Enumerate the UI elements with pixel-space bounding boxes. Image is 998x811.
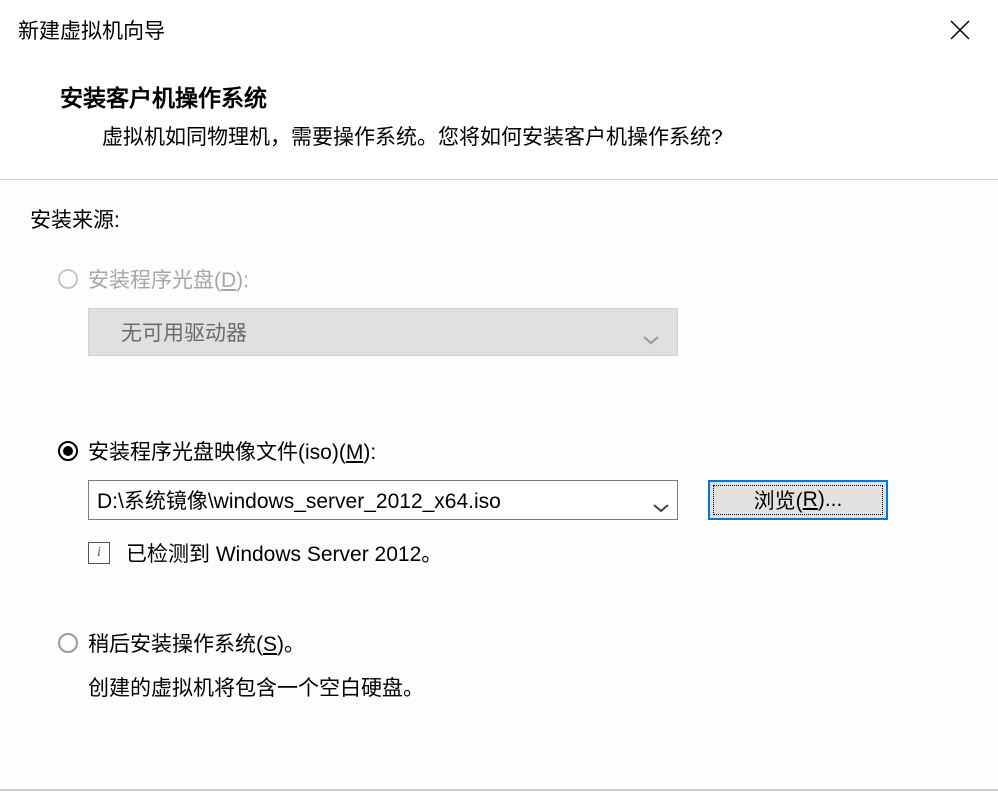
header-section: 安装客户机操作系统 虚拟机如同物理机，需要操作系统。您将如何安装客户机操作系统? bbox=[0, 59, 998, 179]
radio-disc-indicator bbox=[58, 269, 78, 289]
radio-later[interactable]: 稍后安装操作系统(S)。 bbox=[58, 628, 968, 658]
install-source-label: 安装来源: bbox=[30, 204, 968, 234]
option-later: 稍后安装操作系统(S)。 创建的虚拟机将包含一个空白硬盘。 bbox=[58, 628, 968, 702]
option-disc: 安装程序光盘(D): 无可用驱动器 bbox=[58, 264, 968, 356]
radio-disc-label: 安装程序光盘(D): bbox=[88, 264, 249, 294]
page-subtitle: 虚拟机如同物理机，需要操作系统。您将如何安装客户机操作系统? bbox=[60, 121, 938, 151]
iso-path-value: D:\系统镜像\windows_server_2012_x64.iso bbox=[97, 485, 501, 515]
option-iso: 安装程序光盘映像文件(iso)(M): D:\系统镜像\windows_serv… bbox=[58, 436, 968, 568]
iso-path-combobox[interactable]: D:\系统镜像\windows_server_2012_x64.iso bbox=[88, 480, 678, 520]
detected-row: i 已检测到 Windows Server 2012。 bbox=[88, 538, 968, 568]
chevron-down-icon bbox=[643, 327, 659, 337]
radio-later-label: 稍后安装操作系统(S)。 bbox=[88, 628, 305, 658]
radio-later-indicator bbox=[58, 633, 78, 653]
radio-iso-indicator bbox=[58, 441, 78, 461]
radio-disc: 安装程序光盘(D): bbox=[58, 264, 968, 294]
wizard-window: 新建虚拟机向导 安装客户机操作系统 虚拟机如同物理机，需要操作系统。您将如何安装… bbox=[0, 0, 998, 811]
iso-path-row: D:\系统镜像\windows_server_2012_x64.iso 浏览(R… bbox=[88, 480, 968, 520]
chevron-down-icon bbox=[653, 495, 669, 505]
titlebar: 新建虚拟机向导 bbox=[0, 0, 998, 59]
disc-drive-dropdown: 无可用驱动器 bbox=[88, 308, 678, 356]
later-help-text: 创建的虚拟机将包含一个空白硬盘。 bbox=[88, 672, 968, 702]
radio-iso[interactable]: 安装程序光盘映像文件(iso)(M): bbox=[58, 436, 968, 466]
browse-button[interactable]: 浏览(R)... bbox=[708, 480, 888, 520]
footer-buttons bbox=[0, 790, 998, 811]
radio-iso-label: 安装程序光盘映像文件(iso)(M): bbox=[88, 436, 376, 466]
content-area: 安装来源: 安装程序光盘(D): 无可用驱动器 bbox=[0, 180, 998, 789]
disc-drive-value: 无可用驱动器 bbox=[121, 317, 247, 347]
window-title: 新建虚拟机向导 bbox=[18, 15, 165, 45]
info-icon: i bbox=[88, 542, 110, 564]
install-source-radio-group: 安装程序光盘(D): 无可用驱动器 安装程序光盘映像文件(iso)(M): bbox=[30, 264, 968, 702]
close-icon bbox=[949, 19, 971, 41]
page-title: 安装客户机操作系统 bbox=[60, 79, 938, 113]
close-button[interactable] bbox=[940, 10, 980, 50]
detected-os-text: 已检测到 Windows Server 2012。 bbox=[126, 538, 442, 568]
